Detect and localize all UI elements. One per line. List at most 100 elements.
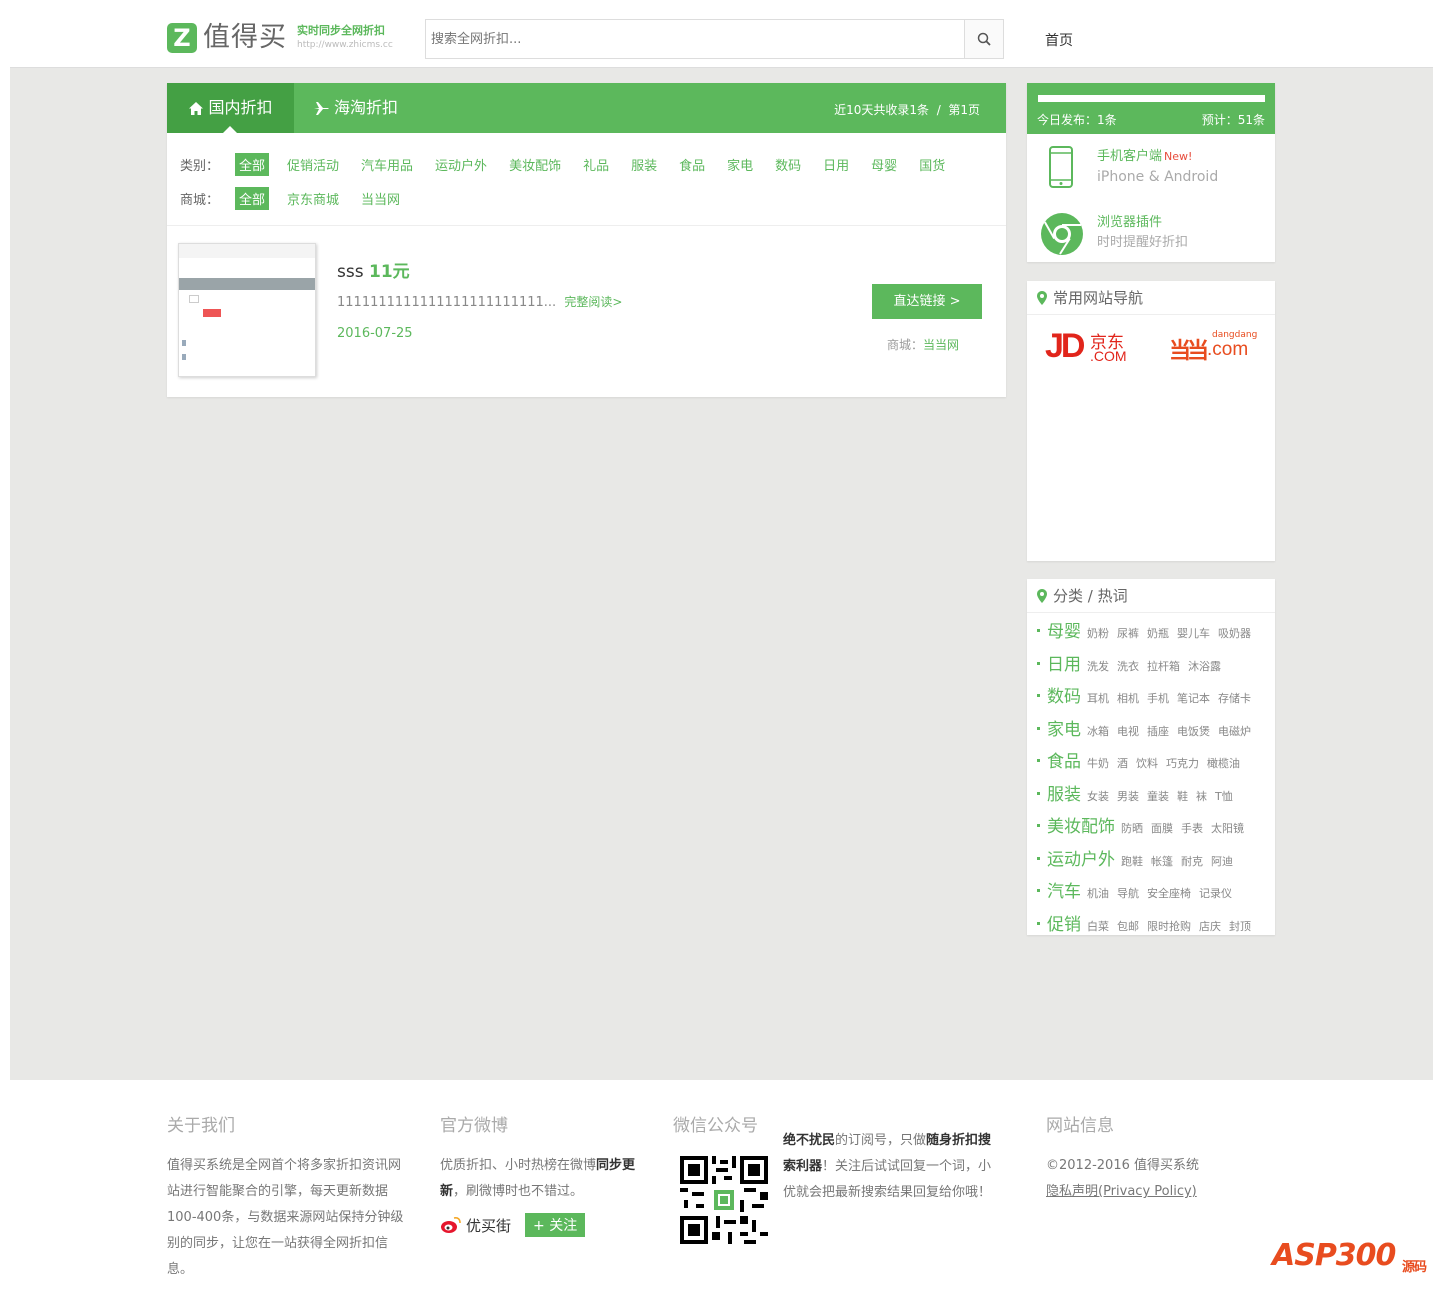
tag-keyword[interactable]: 奶瓶	[1147, 625, 1169, 641]
tag-keyword[interactable]: 尿裤	[1117, 625, 1139, 641]
tag-keyword[interactable]: 拉杆箱	[1147, 658, 1180, 674]
today-published: 今日发布：1条	[1037, 113, 1117, 127]
tag-category[interactable]: 美妆配饰	[1047, 812, 1115, 837]
tag-keyword[interactable]: 手机	[1147, 690, 1169, 706]
tag-keyword[interactable]: 沐浴露	[1188, 658, 1221, 674]
tag-category[interactable]: 汽车	[1047, 877, 1081, 902]
tag-category[interactable]: 食品	[1047, 747, 1081, 772]
tag-keyword[interactable]: 饮料	[1136, 755, 1158, 771]
tag-keyword[interactable]: 包邮	[1117, 918, 1139, 934]
tag-category[interactable]: 母婴	[1047, 617, 1081, 642]
tag-keyword[interactable]: 导航	[1117, 885, 1139, 901]
weibo-account-name[interactable]: 优买街	[466, 1215, 511, 1236]
jd-logo-link[interactable]: JD 京东 .COM	[1045, 327, 1140, 367]
direct-link-button[interactable]: 直达链接 >	[872, 284, 982, 319]
tag-keyword[interactable]: 男装	[1117, 788, 1139, 804]
tag-keyword[interactable]: 耐克	[1181, 853, 1203, 869]
category-baby[interactable]: 母婴	[867, 153, 901, 176]
wechat-bold-1: 绝不扰民	[783, 1133, 836, 1148]
tag-keyword[interactable]: 白菜	[1087, 918, 1109, 934]
tag-keyword[interactable]: 巧克力	[1166, 755, 1199, 771]
tag-keyword[interactable]: T恤	[1215, 788, 1233, 804]
tag-keyword[interactable]: 酒	[1117, 755, 1128, 771]
browser-plugin-link[interactable]: 浏览器插件 时时提醒好折扣	[1097, 213, 1188, 253]
tag-keyword[interactable]: 阿迪	[1211, 853, 1233, 869]
tag-keyword[interactable]: 限时抢购	[1147, 918, 1191, 934]
category-digital[interactable]: 数码	[771, 153, 805, 176]
tab-domestic[interactable]: 国内折扣	[167, 83, 294, 133]
category-promo[interactable]: 促销活动	[283, 153, 343, 176]
tag-keyword[interactable]: 存储卡	[1218, 690, 1251, 706]
tag-keyword[interactable]: 电视	[1117, 723, 1139, 739]
category-gifts[interactable]: 礼品	[579, 153, 613, 176]
tag-keyword[interactable]: 防晒	[1121, 820, 1143, 836]
category-appliances[interactable]: 家电	[723, 153, 757, 176]
search-box	[425, 19, 1004, 59]
search-input[interactable]	[426, 20, 964, 58]
mobile-app-link[interactable]: 手机客户端 New! iPhone & Android	[1097, 147, 1218, 187]
category-food[interactable]: 食品	[675, 153, 709, 176]
tag-keyword[interactable]: 吸奶器	[1218, 625, 1251, 641]
tag-keyword[interactable]: 女装	[1087, 788, 1109, 804]
tag-keyword[interactable]: 鞋	[1177, 788, 1188, 804]
site-logo[interactable]: Z 值得买 实时同步全网折扣 http://www.zhicms.cc	[167, 23, 393, 53]
tab-overseas[interactable]: 海淘折扣	[313, 83, 398, 133]
deal-title[interactable]: sss 11元	[337, 257, 410, 282]
category-clothing[interactable]: 服装	[627, 153, 661, 176]
category-auto[interactable]: 汽车用品	[357, 153, 417, 176]
main-panel: 国内折扣 海淘折扣 近10天共收录1条 / 第1页 类别： 全部 促销活动 汽车…	[167, 83, 1006, 397]
read-more-link[interactable]: 完整阅读>	[564, 295, 622, 309]
nav-home-link[interactable]: 首页	[1045, 30, 1073, 50]
tag-keyword[interactable]: 帐篷	[1151, 853, 1173, 869]
deal-thumbnail[interactable]	[178, 243, 316, 377]
tag-keyword[interactable]: 面膜	[1151, 820, 1173, 836]
tag-keyword[interactable]: 冰箱	[1087, 723, 1109, 739]
tag-keyword[interactable]: 插座	[1147, 723, 1169, 739]
store-all[interactable]: 全部	[235, 187, 270, 210]
search-button[interactable]	[964, 20, 1003, 58]
tag-keyword[interactable]: 机油	[1087, 885, 1109, 901]
tag-keyword[interactable]: 洗衣	[1117, 658, 1139, 674]
deal-description: 1111111111111111111111111... 完整阅读>	[337, 293, 622, 310]
tag-keyword[interactable]: 洗发	[1087, 658, 1109, 674]
tag-keyword[interactable]: 安全座椅	[1147, 885, 1191, 901]
tag-category[interactable]: 日用	[1047, 650, 1081, 675]
store-jd[interactable]: 京东商城	[283, 187, 343, 210]
tag-keyword[interactable]: 笔记本	[1177, 690, 1210, 706]
bullet-dot	[1037, 629, 1040, 632]
tag-keyword[interactable]: 店庆	[1199, 918, 1221, 934]
category-beauty[interactable]: 美妆配饰	[505, 153, 565, 176]
privacy-policy-link[interactable]: 隐私声明(Privacy Policy)	[1046, 1184, 1197, 1199]
tag-keyword[interactable]: 婴儿车	[1177, 625, 1210, 641]
tag-keyword[interactable]: 耳机	[1087, 690, 1109, 706]
category-domestic-goods[interactable]: 国货	[915, 153, 949, 176]
watermark-sub: 源码	[1402, 1260, 1427, 1275]
tag-keyword[interactable]: 封顶	[1229, 918, 1251, 934]
tag-keyword[interactable]: 牛奶	[1087, 755, 1109, 771]
dangdang-logo-link[interactable]: 当当 dangdang .com	[1169, 329, 1264, 365]
category-daily[interactable]: 日用	[819, 153, 853, 176]
tag-keyword[interactable]: 电饭煲	[1177, 723, 1210, 739]
tag-category[interactable]: 数码	[1047, 682, 1081, 707]
store-dangdang[interactable]: 当当网	[357, 187, 404, 210]
tag-category[interactable]: 家电	[1047, 715, 1081, 740]
category-all[interactable]: 全部	[235, 153, 270, 176]
tag-category[interactable]: 促销	[1047, 910, 1081, 935]
deal-store-link[interactable]: 当当网	[923, 338, 959, 352]
weibo-follow-button[interactable]: + 关注	[525, 1213, 586, 1237]
tag-keyword[interactable]: 奶粉	[1087, 625, 1109, 641]
tag-keyword[interactable]: 手表	[1181, 820, 1203, 836]
tag-keyword[interactable]: 跑鞋	[1121, 853, 1143, 869]
copyright: ©2012-2016 值得买系统	[1046, 1158, 1199, 1173]
tag-keyword[interactable]: 太阳镜	[1211, 820, 1244, 836]
tag-keyword[interactable]: 相机	[1117, 690, 1139, 706]
footer-about: 关于我们 值得买系统是全网首个将多家折扣资讯网站进行智能聚合的引擎，每天更新数据…	[167, 1080, 407, 1281]
tag-keyword[interactable]: 记录仪	[1199, 885, 1232, 901]
category-sports[interactable]: 运动户外	[431, 153, 491, 176]
tag-keyword[interactable]: 童装	[1147, 788, 1169, 804]
tag-keyword[interactable]: 电磁炉	[1218, 723, 1251, 739]
tag-keyword[interactable]: 橄榄油	[1207, 755, 1240, 771]
tag-category[interactable]: 服装	[1047, 780, 1081, 805]
tag-category[interactable]: 运动户外	[1047, 845, 1115, 870]
tag-keyword[interactable]: 袜	[1196, 788, 1207, 804]
